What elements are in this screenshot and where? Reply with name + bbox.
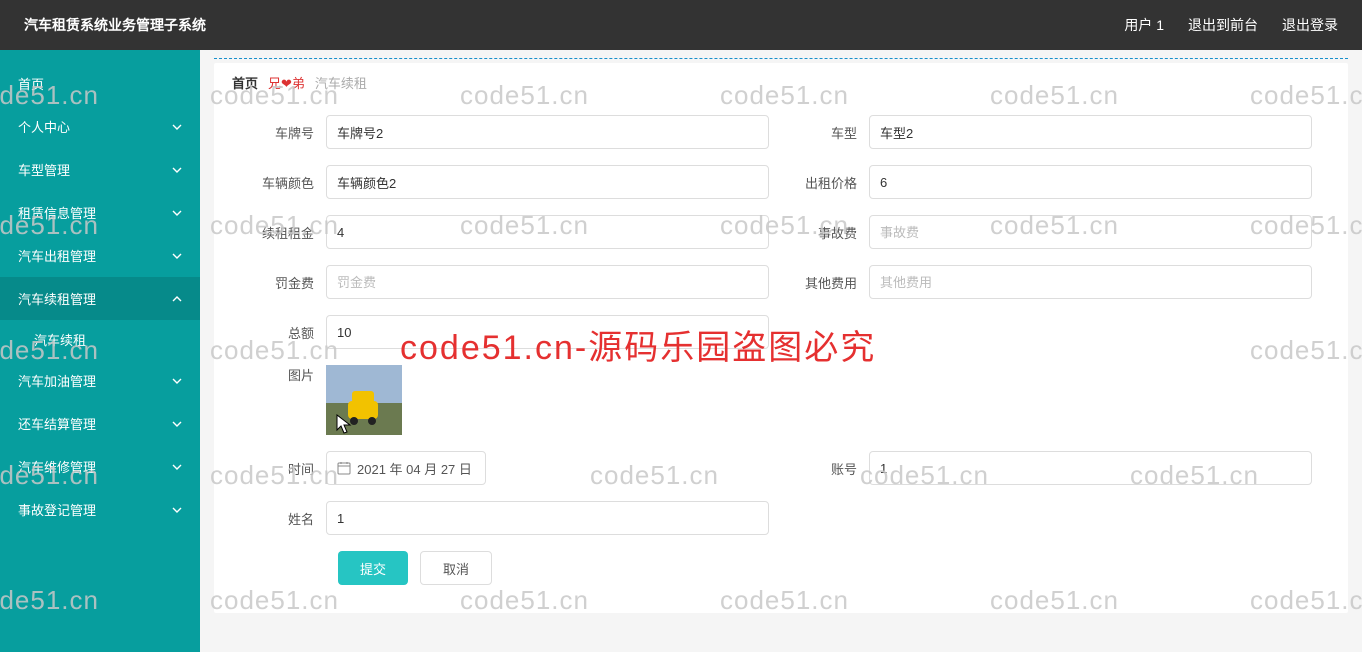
sidebar-item-renew[interactable]: 汽车续租管理: [0, 277, 200, 320]
renewfee-input[interactable]: [326, 215, 769, 249]
back-front-link[interactable]: 退出到前台: [1188, 15, 1258, 35]
sidebar: 首页 个人中心 车型管理 租赁信息管理 汽车出租管理 汽车续租管理 汽车续租 汽…: [0, 50, 200, 652]
label-color: 车辆颜色: [250, 173, 326, 192]
date-value: 2021 年 04 月 27 日: [357, 459, 472, 478]
name-input[interactable]: [326, 501, 769, 535]
rentprice-input[interactable]: [869, 165, 1312, 199]
label-account: 账号: [793, 459, 869, 478]
chevron-down-icon: [172, 462, 182, 472]
chevron-down-icon: [172, 251, 182, 261]
penalty-input[interactable]: [326, 265, 769, 299]
tab-aux[interactable]: 兄❤弟: [268, 73, 305, 92]
total-input[interactable]: [326, 315, 769, 349]
label-accfee: 事故费: [793, 223, 869, 242]
model-input[interactable]: [869, 115, 1312, 149]
calendar-icon: [337, 461, 351, 475]
sidebar-subitem-renew[interactable]: 汽车续租: [0, 320, 200, 359]
top-bar: 汽车租赁系统业务管理子系统 用户 1 退出到前台 退出登录: [0, 0, 1362, 50]
label-rentprice: 出租价格: [793, 173, 869, 192]
tab-current: 汽车续租: [315, 73, 367, 92]
label-total: 总额: [250, 323, 326, 342]
accfee-input[interactable]: [869, 215, 1312, 249]
logout-link[interactable]: 退出登录: [1282, 15, 1338, 35]
tab-home[interactable]: 首页: [232, 73, 258, 92]
sidebar-item-profile[interactable]: 个人中心: [0, 105, 200, 148]
label-time: 时间: [250, 459, 326, 478]
label-renewfee: 续租租金: [250, 223, 326, 242]
sidebar-item-accident[interactable]: 事故登记管理: [0, 488, 200, 531]
sidebar-item-home[interactable]: 首页: [0, 62, 200, 105]
cancel-button[interactable]: 取消: [420, 551, 492, 585]
plate-input[interactable]: [326, 115, 769, 149]
date-input[interactable]: 2021 年 04 月 27 日: [326, 451, 486, 485]
chevron-down-icon: [172, 505, 182, 515]
sidebar-item-model[interactable]: 车型管理: [0, 148, 200, 191]
label-plate: 车牌号: [250, 123, 326, 142]
color-input[interactable]: [326, 165, 769, 199]
chevron-down-icon: [172, 208, 182, 218]
form: 车牌号 车型 车辆颜色 出租价格 续租租金 事故费 罚金费 其他费用 总额 图片…: [214, 99, 1348, 593]
chevron-up-icon: [172, 294, 182, 304]
otherfee-input[interactable]: [869, 265, 1312, 299]
tabs: 首页 兄❤弟 汽车续租: [214, 63, 1348, 99]
account-input[interactable]: [869, 451, 1312, 485]
app-title: 汽车租赁系统业务管理子系统: [24, 15, 206, 35]
submit-button[interactable]: 提交: [338, 551, 408, 585]
chevron-down-icon: [172, 165, 182, 175]
main-content: 首页 兄❤弟 汽车续租 车牌号 车型 车辆颜色 出租价格 续租租金 事故费 罚金…: [200, 50, 1362, 652]
label-name: 姓名: [250, 509, 326, 528]
sidebar-item-repair[interactable]: 汽车维修管理: [0, 445, 200, 488]
label-image: 图片: [250, 365, 326, 384]
sidebar-item-fuel[interactable]: 汽车加油管理: [0, 359, 200, 402]
label-model: 车型: [793, 123, 869, 142]
top-right: 用户 1 退出到前台 退出登录: [1124, 15, 1338, 35]
sidebar-item-rentinfo[interactable]: 租赁信息管理: [0, 191, 200, 234]
chevron-down-icon: [172, 122, 182, 132]
chevron-down-icon: [172, 376, 182, 386]
sidebar-item-rent[interactable]: 汽车出租管理: [0, 234, 200, 277]
user-label[interactable]: 用户 1: [1124, 15, 1164, 35]
sidebar-item-return[interactable]: 还车结算管理: [0, 402, 200, 445]
label-penalty: 罚金费: [250, 273, 326, 292]
image-upload[interactable]: [326, 365, 402, 435]
form-panel: 首页 兄❤弟 汽车续租 车牌号 车型 车辆颜色 出租价格 续租租金 事故费 罚金…: [214, 63, 1348, 613]
label-otherfee: 其他费用: [793, 273, 869, 292]
chevron-down-icon: [172, 419, 182, 429]
